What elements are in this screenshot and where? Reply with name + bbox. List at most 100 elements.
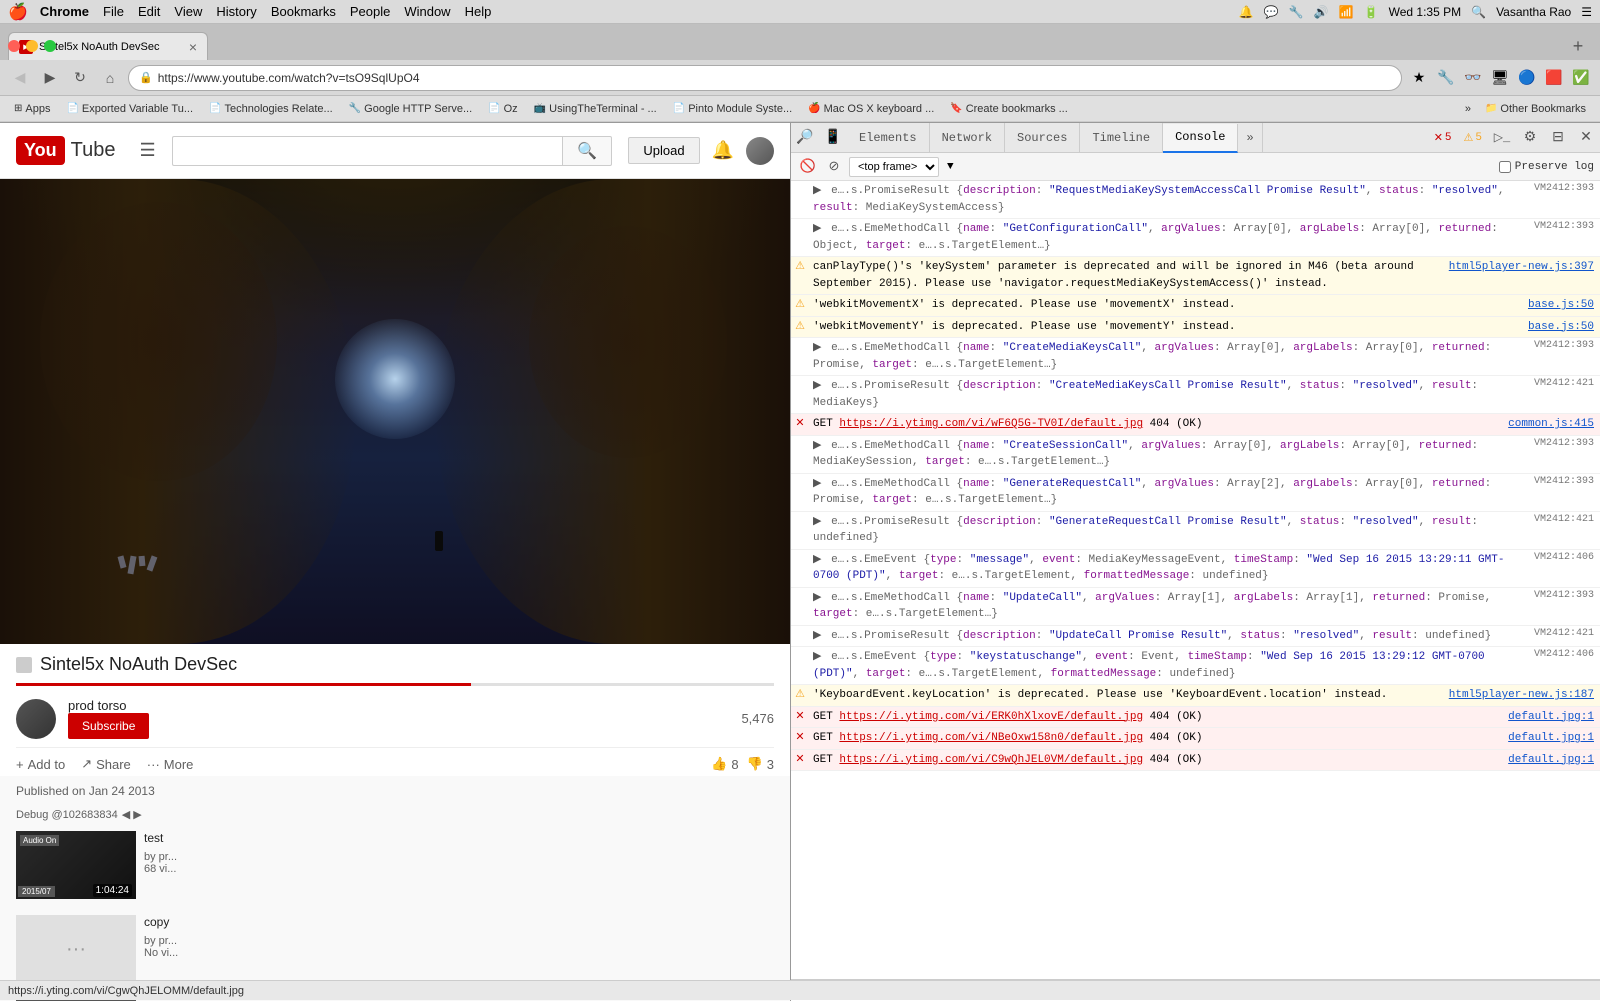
error-url-19[interactable]: https://i.ytimg.com/vi/C9wQhJEL0VM/defau… [839, 754, 1143, 766]
forward-button[interactable]: ▶ [38, 66, 62, 90]
app-name-menu[interactable]: Chrome [40, 4, 89, 19]
wifi-icon[interactable]: 📶 [1339, 5, 1354, 19]
recommended-video-1[interactable]: Audio On 2015/07 1:04:24 test by pr... 6… [0, 823, 790, 907]
extension-icon-1[interactable]: 🔧 [1435, 67, 1457, 89]
expand-icon-11[interactable]: ▶ [813, 514, 821, 531]
expand-icon-14[interactable]: ▶ [813, 628, 821, 645]
close-window-button[interactable] [8, 40, 20, 52]
expand-icon-9[interactable]: ▶ [813, 438, 821, 455]
home-button[interactable]: ⌂ [98, 66, 122, 90]
extension-icon-5[interactable]: 🟥 [1543, 67, 1565, 89]
filter-toggle-button[interactable]: ⊘ [823, 156, 845, 178]
bookmark-oz[interactable]: 📄 Oz [482, 101, 524, 117]
expand-icon-7[interactable]: ▶ [813, 378, 821, 395]
devtools-inspect-icon[interactable]: 🔎 [791, 124, 819, 152]
channel-thumbnail[interactable] [16, 699, 56, 739]
console-filter-icon[interactable]: ▷_ [1488, 124, 1516, 152]
preserve-log-label[interactable]: Preserve log [1499, 161, 1594, 173]
edit-menu[interactable]: Edit [138, 4, 160, 19]
recommended-video-2[interactable]: ··· copy by pr... No vi... [0, 907, 790, 991]
source-link-18[interactable]: default.jpg:1 [1508, 732, 1594, 744]
star-icon[interactable]: ★ [1408, 67, 1430, 89]
search-input[interactable] [172, 136, 563, 166]
devtools-close-icon[interactable]: ✕ [1572, 124, 1600, 152]
source-link-3[interactable]: html5player-new.js:397 [1449, 261, 1594, 273]
bookmark-terminal[interactable]: 📺 UsingTheTerminal - ... [528, 101, 663, 117]
bookmark-create[interactable]: 🔖 Create bookmarks ... [944, 101, 1074, 117]
help-menu[interactable]: Help [465, 4, 492, 19]
notification-bell-icon[interactable]: 🔔 [712, 140, 734, 161]
refresh-button[interactable]: ↻ [68, 66, 92, 90]
url-bar[interactable]: 🔒 https://www.youtube.com/watch?v=tsO9Sq… [128, 65, 1402, 91]
new-tab-button[interactable]: + [1564, 32, 1592, 60]
expand-icon-13[interactable]: ▶ [813, 590, 821, 607]
frame-dropdown-arrow[interactable]: ▼ [947, 161, 954, 173]
expand-icon-6[interactable]: ▶ [813, 340, 821, 357]
console-output[interactable]: ▶ e….s.PromiseResult {description: "Requ… [791, 181, 1600, 979]
more-button[interactable]: ··· More [147, 757, 194, 772]
bookmark-macos[interactable]: 🍎 Mac OS X keyboard ... [802, 101, 940, 117]
battery-icon[interactable]: 🔋 [1364, 5, 1379, 19]
devtools-mobile-icon[interactable]: 📱 [819, 124, 847, 152]
frame-selector[interactable]: <top frame> [849, 157, 939, 177]
error-url-8[interactable]: https://i.ytimg.com/vi/wF6Q5G-TV0I/defau… [839, 418, 1143, 430]
share-button[interactable]: ↗ Share [81, 756, 131, 772]
tab-close-button[interactable]: × [189, 39, 197, 55]
apple-menu[interactable]: 🍎 [8, 2, 28, 22]
error-url-17[interactable]: https://i.ytimg.com/vi/ERK0hXlxovE/defau… [839, 711, 1143, 723]
clear-console-button[interactable]: 🚫 [797, 156, 819, 178]
tab-network[interactable]: Network [930, 123, 1005, 152]
source-link-17[interactable]: default.jpg:1 [1508, 711, 1594, 723]
bookmark-apps[interactable]: ⊞ Apps [8, 101, 56, 117]
source-link-8[interactable]: common.js:415 [1508, 418, 1594, 430]
error-url-18[interactable]: https://i.ytimg.com/vi/NBeOxw158n0/defau… [839, 732, 1143, 744]
tab-console[interactable]: Console [1163, 124, 1238, 153]
tab-more[interactable]: » [1238, 123, 1262, 152]
subscribe-button[interactable]: Subscribe [68, 713, 149, 739]
progress-bar[interactable] [16, 683, 774, 686]
bookmarks-menu[interactable]: Bookmarks [271, 4, 336, 19]
video-player[interactable] [0, 179, 790, 644]
preserve-log-checkbox[interactable] [1499, 161, 1511, 173]
more-bookmarks-button[interactable]: » [1461, 101, 1475, 117]
add-to-button[interactable]: + Add to [16, 757, 65, 772]
like-button[interactable]: 👍 8 [711, 756, 738, 772]
window-menu[interactable]: Window [404, 4, 450, 19]
source-link-4[interactable]: base.js:50 [1528, 299, 1594, 311]
source-link-5[interactable]: base.js:50 [1528, 321, 1594, 333]
bookmark-technologies[interactable]: 📄 Technologies Relate... [203, 101, 339, 117]
user-avatar[interactable] [746, 137, 774, 165]
extension-icon-4[interactable]: 🔵 [1516, 67, 1538, 89]
upload-button[interactable]: Upload [628, 137, 699, 164]
hamburger-menu-icon[interactable]: ☰ [140, 140, 156, 161]
list-icon[interactable]: ☰ [1581, 5, 1592, 19]
dislike-button[interactable]: 👎 3 [747, 756, 774, 772]
channel-name[interactable]: prod torso [68, 698, 729, 713]
expand-icon-10[interactable]: ▶ [813, 476, 821, 493]
source-link-19[interactable]: default.jpg:1 [1508, 754, 1594, 766]
maximize-window-button[interactable] [44, 40, 56, 52]
expand-icon-12[interactable]: ▶ [813, 552, 821, 569]
tab-elements[interactable]: Elements [847, 123, 930, 152]
other-bookmarks[interactable]: 📁 Other Bookmarks [1479, 101, 1592, 117]
script-icon[interactable]: 🔧 [1289, 5, 1304, 19]
minimize-window-button[interactable] [26, 40, 38, 52]
extension-icon-6[interactable]: ✅ [1570, 67, 1592, 89]
expand-icon-15[interactable]: ▶ [813, 649, 821, 666]
volume-icon[interactable]: 🔊 [1314, 5, 1329, 19]
search-icon[interactable]: 🔍 [1471, 5, 1486, 19]
devtools-settings-icon[interactable]: ⚙ [1516, 124, 1544, 152]
expand-icon-1[interactable]: ▶ [813, 183, 821, 200]
bookmark-exported-variable[interactable]: 📄 Exported Variable Tu... [60, 101, 199, 117]
view-menu[interactable]: View [174, 4, 202, 19]
extension-icon-2[interactable]: 👓 [1462, 67, 1484, 89]
search-button[interactable]: 🔍 [562, 136, 612, 166]
source-link-16[interactable]: html5player-new.js:187 [1449, 689, 1594, 701]
tab-timeline[interactable]: Timeline [1080, 123, 1163, 152]
notification-icon[interactable]: 🔔 [1239, 5, 1254, 19]
file-menu[interactable]: File [103, 4, 124, 19]
bookmark-google-http[interactable]: 🔧 Google HTTP Serve... [343, 101, 478, 117]
people-menu[interactable]: People [350, 4, 390, 19]
expand-icon-2[interactable]: ▶ [813, 221, 821, 238]
messages-icon[interactable]: 💬 [1264, 5, 1279, 19]
